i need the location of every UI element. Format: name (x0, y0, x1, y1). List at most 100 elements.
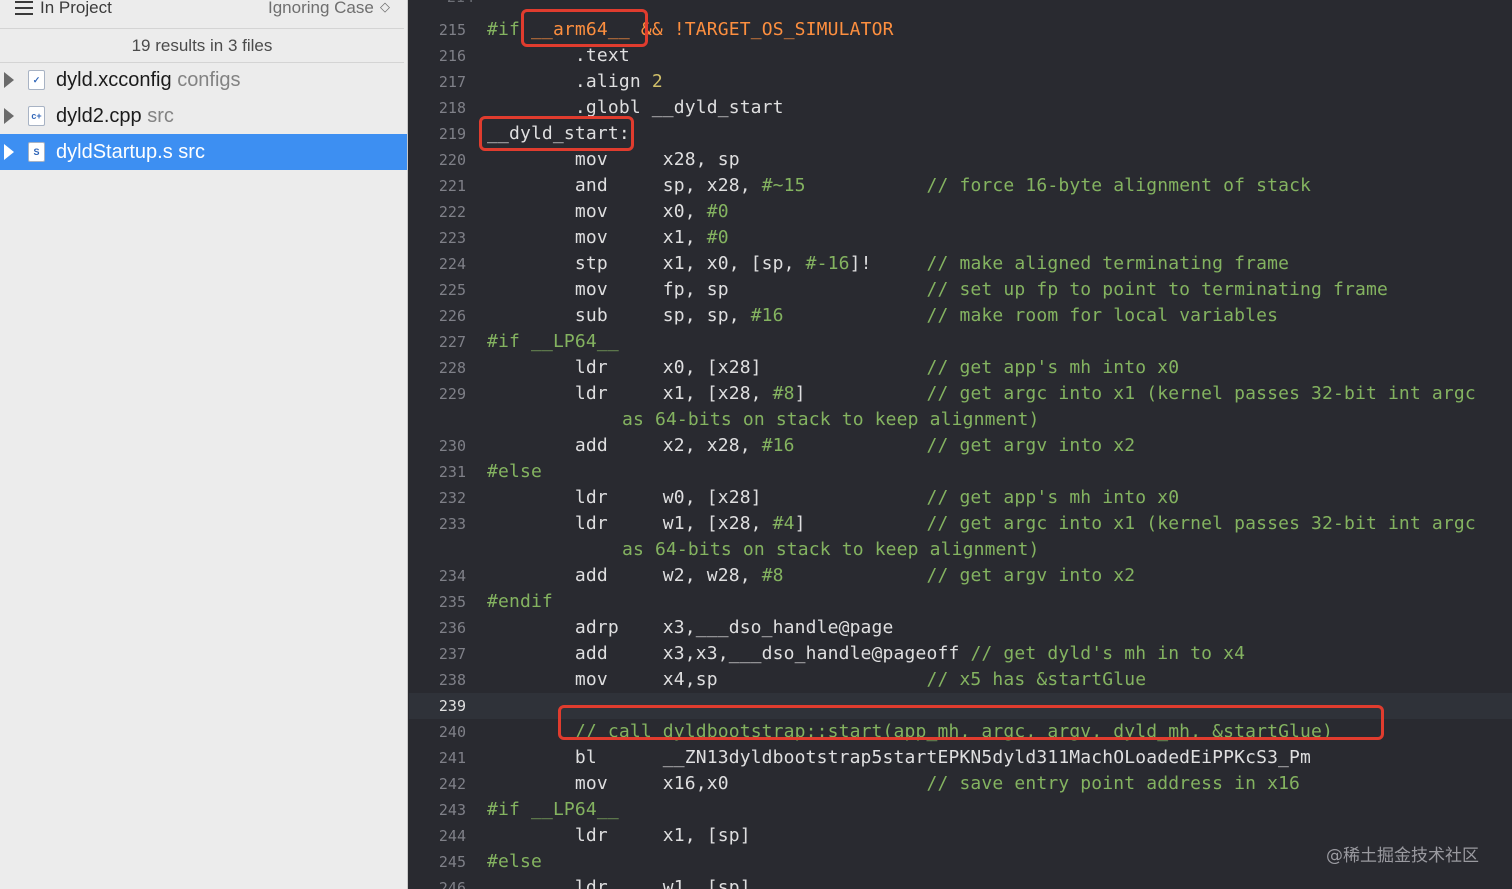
line-number: 235 (438, 593, 466, 611)
find-navigator: In Project Ignoring Case ◇ 19 results in… (0, 0, 408, 889)
line-number: 245 (438, 853, 466, 871)
case-sensitivity-selector[interactable]: Ignoring Case (268, 0, 374, 18)
code-text: #endif (487, 591, 553, 612)
code-line[interactable]: 237 add x3,x3,___dso_handle@pageoff // g… (409, 641, 1512, 667)
result-file-label: dyldStartup.s src (56, 141, 205, 163)
code-text: #if __LP64__ (487, 331, 619, 352)
line-number: 242 (438, 775, 466, 793)
code-text: add w2, w28, #8 // get argv into x2 (487, 565, 1136, 586)
code-line[interactable]: 225 mov fp, sp // set up fp to point to … (409, 277, 1512, 303)
line-number: 216 (438, 47, 466, 65)
code-line[interactable]: 236 adrp x3,___dso_handle@page (409, 615, 1512, 641)
result-file-label: dyld2.cpp src (56, 105, 174, 127)
xcconfig-file-icon: ✓ (28, 70, 45, 90)
code-text: stp x1, x0, [sp, #-16]! // make aligned … (487, 253, 1290, 274)
code-line[interactable]: 228 ldr x0, [x28] // get app's mh into x… (409, 355, 1512, 381)
line-number: 234 (438, 567, 466, 585)
code-text: adrp x3,___dso_handle@page (487, 617, 894, 638)
file-folder: configs (177, 69, 241, 91)
code-line[interactable]: 243 #if __LP64__ (409, 797, 1512, 823)
list-icon[interactable] (15, 1, 33, 15)
result-file-row[interactable]: c+ dyld2.cpp src (0, 98, 407, 134)
code-text: ldr x1, [x28, #8] // get argc into x1 (k… (487, 383, 1476, 404)
line-number: 232 (438, 489, 466, 507)
line-number: 218 (438, 99, 466, 117)
code-text: ldr w1, [x28, #4] // get argc into x1 (k… (487, 513, 1476, 534)
line-number: 244 (438, 827, 466, 845)
code-line[interactable]: 221 and sp, x28, #~15 // force 16-byte a… (409, 173, 1512, 199)
chevron-updown-icon[interactable]: ◇ (380, 0, 390, 16)
code-line[interactable]: 222 mov x0, #0 (409, 199, 1512, 225)
assembly-file-icon: S (28, 142, 45, 162)
code-line[interactable]: 241 bl __ZN13dyldbootstrap5startEPKN5dyl… (409, 745, 1512, 771)
annotation-box-call-comment (558, 705, 1384, 740)
code-line-wrap: as 64-bits on stack to keep alignment) (409, 537, 1512, 563)
code-line[interactable]: 217 .align 2 (409, 69, 1512, 95)
code-text: .align 2 (487, 71, 663, 92)
line-number: 217 (438, 73, 466, 91)
line-number: 224 (438, 255, 466, 273)
line-number: 239 (438, 697, 466, 715)
code-line[interactable]: 234 add w2, w28, #8 // get argv into x2 (409, 563, 1512, 589)
line-number: 227 (438, 333, 466, 351)
line-number: 243 (438, 801, 466, 819)
file-folder: src (178, 141, 205, 163)
annotation-box-dyld-start (479, 116, 634, 151)
line-number: 231 (438, 463, 466, 481)
code-line[interactable]: 231 #else (409, 459, 1512, 485)
code-text: and sp, x28, #~15 // force 16-byte align… (487, 175, 1312, 196)
scope-selector[interactable]: In Project (40, 0, 112, 18)
code-wrap-text: as 64-bits on stack to keep alignment) (622, 539, 1040, 560)
line-number: 223 (438, 229, 466, 247)
code-text: sub sp, sp, #16 // make room for local v… (487, 305, 1279, 326)
disclosure-triangle-icon[interactable] (4, 72, 14, 88)
code-editor[interactable]: 214 215#if __arm64__ && !TARGET_OS_SIMUL… (409, 0, 1512, 889)
code-text: #else (487, 851, 542, 872)
code-line[interactable]: 227 #if __LP64__ (409, 329, 1512, 355)
code-line[interactable]: 229 ldr x1, [x28, #8] // get argc into x… (409, 381, 1512, 407)
code-text: ldr x1, [sp] (487, 825, 751, 846)
code-line[interactable]: 242 mov x16,x0 // save entry point addre… (409, 771, 1512, 797)
code-wrap-text: as 64-bits on stack to keep alignment) (622, 409, 1040, 430)
code-line[interactable]: 233 ldr w1, [x28, #4] // get argc into x… (409, 511, 1512, 537)
line-number: 246 (438, 879, 466, 889)
annotation-box-arm64 (521, 9, 648, 47)
code-line[interactable]: 235 #endif (409, 589, 1512, 615)
line-number: 215 (438, 21, 466, 39)
code-line[interactable]: 224 stp x1, x0, [sp, #-16]! // make alig… (409, 251, 1512, 277)
file-name: dyldStartup.s (56, 141, 173, 163)
result-file-row[interactable]: ✓ dyld.xcconfig configs (0, 62, 407, 98)
code-line[interactable]: 238 mov x4,sp // x5 has &startGlue (409, 667, 1512, 693)
file-name: dyld.xcconfig (56, 69, 172, 91)
code-text: mov x0, #0 (487, 201, 729, 222)
find-scope-bar: In Project Ignoring Case ◇ (0, 0, 407, 27)
code-line[interactable]: 246 ldr w1, [sp] (409, 875, 1512, 889)
line-number: 222 (438, 203, 466, 221)
line-number: 219 (438, 125, 466, 143)
result-file-row[interactable]: SdyldStartup.s src (0, 134, 407, 170)
code-line[interactable]: 232 ldr w0, [x28] // get app's mh into x… (409, 485, 1512, 511)
code-text: mov x1, #0 (487, 227, 729, 248)
code-line-wrap: as 64-bits on stack to keep alignment) (409, 407, 1512, 433)
code-text: #if __LP64__ (487, 799, 619, 820)
code-line[interactable]: 230 add x2, x28, #16 // get argv into x2 (409, 433, 1512, 459)
line-number: 233 (438, 515, 466, 533)
line-number: 240 (438, 723, 466, 741)
code-text: ldr w0, [x28] // get app's mh into x0 (487, 487, 1180, 508)
results-summary: 19 results in 3 files (0, 28, 404, 63)
result-file-label: dyld.xcconfig configs (56, 69, 241, 91)
watermark: @稀土掘金技术社区 (1326, 846, 1479, 866)
line-number: 225 (438, 281, 466, 299)
line-number: 221 (438, 177, 466, 195)
line-number: 220 (438, 151, 466, 169)
code-text: ldr x0, [x28] // get app's mh into x0 (487, 357, 1180, 378)
file-folder: src (147, 105, 174, 127)
line-number: 241 (438, 749, 466, 767)
cpp-file-icon: c+ (28, 106, 45, 126)
code-text: mov x16,x0 // save entry point address i… (487, 773, 1301, 794)
code-line[interactable]: 223 mov x1, #0 (409, 225, 1512, 251)
line-number: 226 (438, 307, 466, 325)
code-line[interactable]: 226 sub sp, sp, #16 // make room for loc… (409, 303, 1512, 329)
disclosure-triangle-icon[interactable] (4, 144, 14, 160)
disclosure-triangle-icon[interactable] (4, 108, 14, 124)
